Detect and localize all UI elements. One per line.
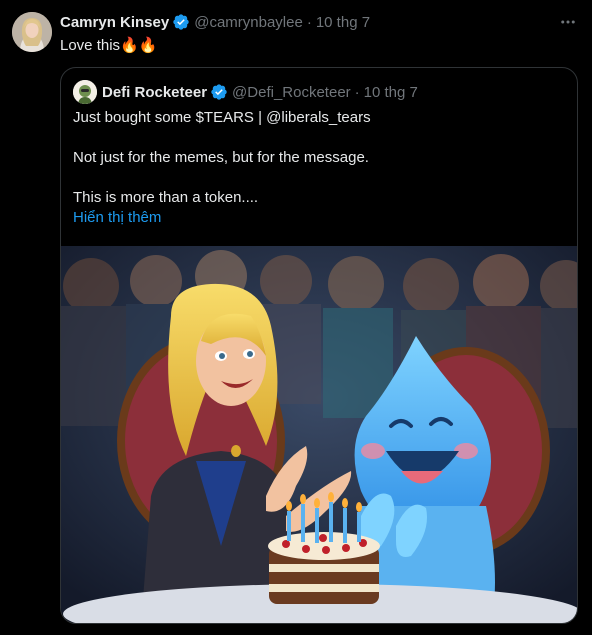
quoted-line: Just bought some $TEARS | @liberals_tear… <box>73 109 371 126</box>
quoted-tweet-header: Defi Rocketeer @Defi_Rocketeer · 10 thg … <box>73 80 418 104</box>
tweet-header: Camryn Kinsey @camrynbaylee · 10 thg 7 <box>60 12 370 32</box>
tweet[interactable]: Camryn Kinsey @camrynbaylee · 10 thg 7 L… <box>0 0 592 635</box>
verified-badge-icon[interactable] <box>210 83 228 101</box>
separator-dot: · <box>306 13 312 31</box>
quoted-line: This is more than a token.... <box>73 189 259 206</box>
quoted-tweet[interactable]: Defi Rocketeer @Defi_Rocketeer · 10 thg … <box>60 67 578 624</box>
quoted-tweet-text: Just bought some $TEARS | @liberals_tear… <box>73 108 567 228</box>
tweet-date[interactable]: 10 thg 7 <box>316 14 370 31</box>
author-handle[interactable]: @camrynbaylee <box>194 14 303 31</box>
avatar[interactable] <box>12 12 52 52</box>
author-name[interactable]: Camryn Kinsey <box>60 14 169 31</box>
quoted-media-image[interactable] <box>61 246 577 623</box>
quoted-author-handle[interactable]: @Defi_Rocketeer <box>232 84 351 101</box>
quoted-avatar[interactable] <box>73 80 97 104</box>
separator-dot: · <box>354 83 360 101</box>
quoted-line: Not just for the memes, but for the mess… <box>73 149 369 166</box>
quoted-author-name[interactable]: Defi Rocketeer <box>102 84 207 101</box>
tweet-text: Love this🔥🔥 <box>60 37 158 54</box>
more-options-icon[interactable] <box>558 12 578 32</box>
quoted-tweet-date[interactable]: 10 thg 7 <box>364 84 418 101</box>
show-more-link[interactable]: Hiển thị thêm <box>73 208 567 228</box>
verified-badge-icon[interactable] <box>172 13 190 31</box>
